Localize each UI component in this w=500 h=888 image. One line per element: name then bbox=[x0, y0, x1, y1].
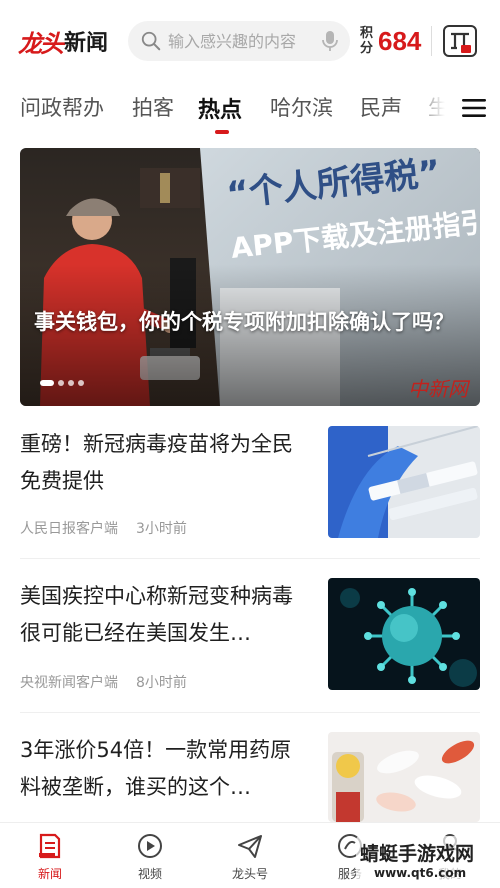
tab-fade bbox=[410, 82, 460, 132]
tab-harbin[interactable]: 哈尔滨 bbox=[270, 92, 333, 122]
top-header: 龙头 新闻 积分 684 bbox=[0, 0, 500, 82]
active-tab-indicator bbox=[215, 130, 229, 134]
news-time: 3小时前 bbox=[136, 521, 187, 537]
logo-mark: 龙头 bbox=[18, 28, 64, 58]
play-icon bbox=[138, 834, 162, 858]
points-display[interactable]: 积分 684 bbox=[360, 26, 421, 57]
logo-text: 新闻 bbox=[64, 31, 109, 56]
site-watermark: 蜻蜓手游戏网 www.qt6.com bbox=[356, 836, 488, 882]
carousel-dot[interactable] bbox=[40, 380, 54, 386]
vaccine-syringe-thumbnail bbox=[328, 426, 480, 538]
list-divider bbox=[20, 712, 480, 713]
watermark-url: www.qt6.com bbox=[374, 866, 466, 880]
tab-paike[interactable]: 拍客 bbox=[132, 92, 174, 122]
carousel-dot[interactable] bbox=[68, 380, 74, 386]
headline-banner[interactable]: “个人所得税” APP下载及注册指引 中新网 事关钱包，你的个税专项附加扣除确认… bbox=[20, 148, 480, 406]
search-input[interactable] bbox=[168, 31, 320, 51]
carousel-dot[interactable] bbox=[78, 380, 84, 386]
news-source: 央视新闻客户端 bbox=[20, 675, 118, 691]
news-item[interactable]: 美国疾控中心称新冠变种病毒很可能已经在美国发生… 央视新闻客户端 8小时前 bbox=[20, 578, 480, 691]
channel-tabs: 问政帮办 拍客 热点 哈尔滨 民声 生 bbox=[0, 82, 500, 138]
app-logo[interactable]: 龙头 新闻 bbox=[18, 24, 122, 59]
header-divider bbox=[431, 26, 433, 56]
list-divider bbox=[20, 558, 480, 559]
nav-video[interactable]: 视频 bbox=[100, 823, 200, 888]
user-badge-icon[interactable] bbox=[442, 23, 478, 59]
news-title: 重磅！新冠病毒疫苗将为全民免费提供 bbox=[20, 432, 293, 493]
news-item[interactable]: 3年涨价54倍！一款常用药原料被垄断，谁买的这个… bbox=[20, 732, 480, 822]
news-title: 3年涨价54倍！一款常用药原料被垄断，谁买的这个… bbox=[20, 738, 292, 799]
tab-minsheng[interactable]: 民声 bbox=[360, 92, 402, 122]
watermark-title: 蜻蜓手游戏网 bbox=[360, 842, 474, 865]
news-title: 美国疾控中心称新冠变种病毒很可能已经在美国发生… bbox=[20, 584, 293, 645]
nav-label: 新闻 bbox=[37, 867, 62, 881]
news-meta: 央视新闻客户端 8小时前 bbox=[20, 672, 187, 692]
search-icon bbox=[141, 31, 161, 51]
banner-photo: “个人所得税” APP下载及注册指引 中新网 bbox=[20, 148, 480, 406]
points-label: 积分 bbox=[360, 26, 374, 56]
virus-particle-thumbnail bbox=[328, 578, 480, 690]
news-meta: 人民日报客户端 3小时前 bbox=[20, 518, 187, 538]
menu-icon[interactable] bbox=[462, 98, 486, 118]
banner-title: 事关钱包，你的个税专项附加扣除确认了吗？ bbox=[34, 310, 454, 334]
news-icon bbox=[39, 833, 61, 859]
tab-hot[interactable]: 热点 bbox=[198, 92, 242, 124]
nav-news[interactable]: 新闻 bbox=[0, 823, 100, 888]
news-item[interactable]: 重磅！新冠病毒疫苗将为全民免费提供 人民日报客户端 3小时前 bbox=[20, 426, 480, 539]
carousel-dots bbox=[40, 380, 84, 386]
nav-label: 龙头号 bbox=[231, 867, 268, 881]
paper-plane-icon bbox=[238, 835, 262, 858]
microphone-icon[interactable] bbox=[320, 29, 340, 53]
pills-thumbnail bbox=[328, 732, 480, 822]
carousel-dot[interactable] bbox=[58, 380, 64, 386]
news-time: 8小时前 bbox=[136, 675, 187, 691]
banner-photo-credit: 中新网 bbox=[408, 377, 471, 401]
search-bar[interactable] bbox=[128, 21, 350, 61]
points-value: 684 bbox=[378, 25, 422, 56]
tab-wenzheng[interactable]: 问政帮办 bbox=[20, 92, 104, 122]
nav-longtouhao[interactable]: 龙头号 bbox=[200, 823, 300, 888]
nav-label: 视频 bbox=[137, 867, 162, 881]
news-source: 人民日报客户端 bbox=[20, 521, 118, 537]
